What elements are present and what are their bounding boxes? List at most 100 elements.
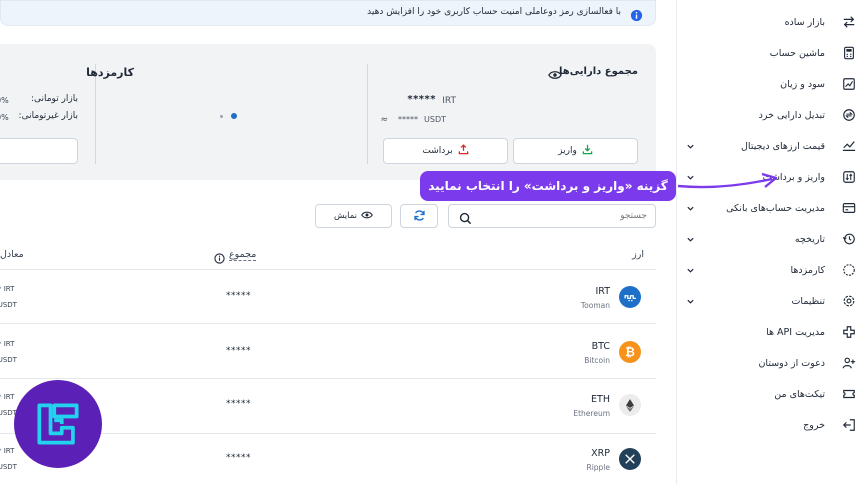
sidebar-item-label: مدیریت API ها: [766, 326, 825, 338]
coin-name: Tooman: [580, 301, 610, 310]
sidebar-item-label: دعوت از دوستان: [758, 357, 825, 369]
coin-symbol: ETH: [591, 394, 610, 405]
refresh-button[interactable]: [400, 204, 438, 228]
chevron-down-icon[interactable]: [685, 141, 695, 151]
chevron-down-icon[interactable]: [685, 234, 695, 244]
tutorial-callout-text: گزینه «واریز و برداشت» را انتخاب نمایید: [428, 179, 668, 193]
sidebar-item-tickets[interactable]: تیکت‌های من: [677, 381, 860, 407]
header-currency[interactable]: ارز: [632, 249, 644, 260]
brand-logo-icon: [37, 403, 79, 445]
assets-irt-currency: IRT: [442, 96, 456, 106]
coin-eq-irt: ***** IRT: [0, 447, 15, 455]
fees-title: کارمزدها: [86, 66, 134, 79]
bank-card-icon: [841, 200, 857, 216]
deposit-button[interactable]: واریز: [513, 138, 638, 164]
sidebar-item-label: سود و زیان: [780, 78, 825, 90]
sidebar-item-logout[interactable]: خروج: [677, 412, 860, 438]
coin-name: Bitcoin: [584, 356, 610, 365]
sidebar-item-calculator[interactable]: ماشین حساب: [677, 40, 860, 66]
search-input[interactable]: [477, 208, 647, 224]
header-equivalent[interactable]: معادل: [0, 249, 24, 260]
table-row[interactable]: IRT Tooman ***** ***** IRT ***** USDT: [0, 270, 656, 324]
show-button[interactable]: نمایش: [315, 204, 392, 228]
fees-details-button[interactable]: [0, 138, 78, 164]
fee-non-toman-value: 0%: [0, 113, 9, 122]
coin-eq-irt: ***** IRT: [0, 340, 15, 348]
card-divider: [367, 64, 368, 164]
sidebar-item-label: تبدیل دارایی خرد: [758, 109, 825, 121]
coin-eq-usdt: ***** USDT: [0, 301, 17, 309]
profit-loss-icon: [841, 76, 857, 92]
fee-toman-label: بازار تومانی:: [30, 94, 78, 104]
security-notice-text: با فعالسازی رمز دوعاملی امنیت حساب کاربر…: [367, 7, 621, 17]
search-box[interactable]: [448, 204, 656, 228]
coin-total: *****: [226, 399, 251, 409]
sidebar-item-label: خروج: [803, 419, 825, 431]
sidebar-item-profit-loss[interactable]: سود و زیان: [677, 71, 860, 97]
sidebar-item-fees[interactable]: کارمزدها: [677, 257, 860, 283]
ethereum-icon: [619, 394, 641, 416]
header-total[interactable]: مجموع: [229, 249, 257, 261]
bitcoin-icon: ₿: [619, 341, 641, 363]
coin-eq-irt: ***** IRT: [0, 393, 15, 401]
table-row[interactable]: ₿ BTC Bitcoin ***** ***** IRT ***** USDT: [0, 325, 656, 379]
chevron-down-icon[interactable]: [685, 265, 695, 275]
withdraw-button[interactable]: برداشت: [383, 138, 508, 164]
sidebar-item-label: ماشین حساب: [769, 47, 825, 59]
chevron-down-icon[interactable]: [685, 296, 695, 306]
sidebar-item-invite[interactable]: دعوت از دوستان: [677, 350, 860, 376]
sidebar-item-convert-small-assets[interactable]: تبدیل دارایی خرد: [677, 102, 860, 128]
assets-summary-card: مجموع دارایی‌ها IRT ***** USDT ***** ≈ و…: [0, 44, 656, 180]
carousel-dot[interactable]: [220, 115, 223, 118]
coin-symbol: BTC: [591, 341, 610, 352]
refresh-icon: [413, 207, 426, 226]
info-circle-icon[interactable]: [214, 249, 225, 264]
coin-name: Ripple: [586, 463, 610, 472]
toman-icon: [619, 286, 641, 308]
info-icon: [630, 7, 643, 22]
coin-total: *****: [226, 291, 251, 301]
sidebar-item-label: مدیریت حساب‌های بانکی: [726, 202, 825, 214]
ripple-icon: [619, 448, 641, 470]
chevron-down-icon[interactable]: [685, 203, 695, 213]
sidebar-item-label: تاریخچه: [794, 233, 825, 245]
show-label: نمایش: [333, 211, 358, 221]
approx-sign: ≈: [380, 115, 388, 125]
coin-eq-irt: ***** IRT: [0, 285, 15, 293]
deposit-withdraw-icon: [841, 169, 857, 185]
calculator-icon: [841, 45, 857, 61]
sidebar-item-label: کارمزدها: [790, 264, 825, 276]
security-notice[interactable]: با فعالسازی رمز دوعاملی امنیت حساب کاربر…: [0, 0, 656, 26]
sidebar-item-api[interactable]: مدیریت API ها: [677, 319, 860, 345]
sidebar-item-history[interactable]: تاریخچه: [677, 226, 860, 252]
coin-total: *****: [226, 453, 251, 463]
sidebar-item-label: تنظیمات: [791, 295, 825, 307]
convert-icon: [841, 107, 857, 123]
eye-icon[interactable]: [548, 66, 562, 79]
coin-name: Ethereum: [573, 409, 610, 418]
coin-symbol: IRT: [595, 286, 610, 297]
fee-icon: [841, 262, 857, 278]
ticket-icon: [841, 386, 857, 402]
card-divider: [95, 64, 96, 164]
swap-arrows-icon: [841, 14, 857, 30]
logout-icon: [841, 417, 857, 433]
sidebar-item-simple-market[interactable]: بازار ساده: [677, 9, 860, 35]
api-icon: [841, 324, 857, 340]
deposit-label: واریز: [558, 146, 577, 156]
sidebar-item-label: بازار ساده: [784, 16, 825, 28]
assets-usdt-currency: USDT: [424, 115, 446, 124]
gear-icon: [841, 293, 857, 309]
coin-eq-usdt: ***** USDT: [0, 356, 17, 364]
sidebar-item-settings[interactable]: تنظیمات: [677, 288, 860, 314]
show-eye-icon: [361, 210, 373, 223]
history-icon: [841, 231, 857, 247]
sidebar-item-crypto-prices[interactable]: قیمت ارزهای دیجیتال: [677, 133, 860, 159]
carousel-dot-active[interactable]: [231, 113, 237, 119]
fee-non-toman-label: بازار غیرتومانی:: [18, 111, 78, 121]
table-row[interactable]: XRP Ripple ***** ***** IRT ***** USDT: [0, 434, 656, 484]
deposit-icon: [582, 144, 593, 158]
tutorial-arrow: [677, 172, 778, 189]
invite-icon: [841, 355, 857, 371]
assets-usdt-value: *****: [398, 115, 418, 124]
